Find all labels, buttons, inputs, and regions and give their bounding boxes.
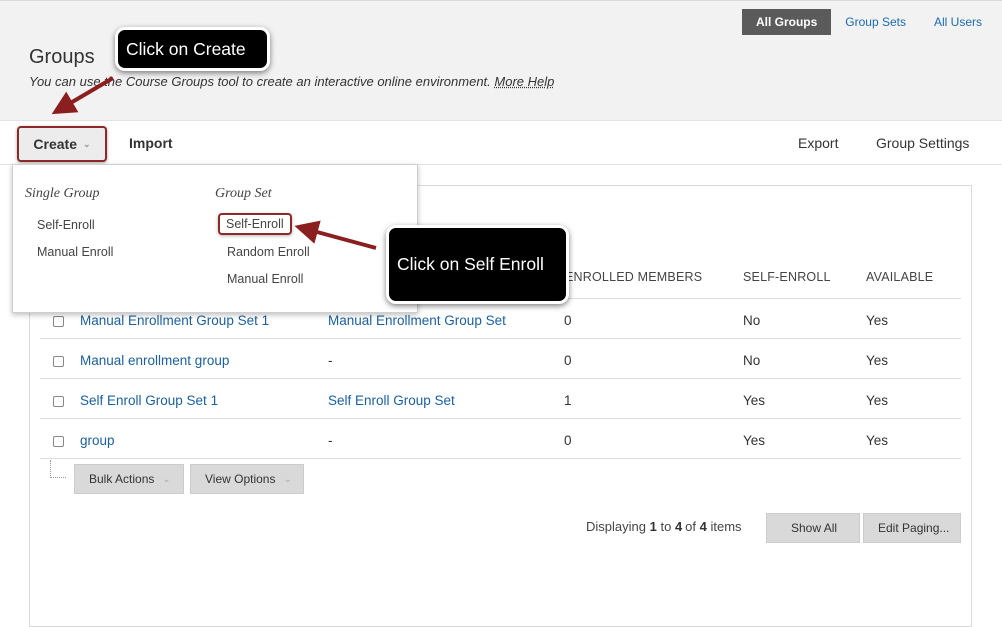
group-set-heading: Group Set	[215, 186, 272, 201]
callout-click-self-enroll: Click on Self Enroll	[386, 225, 569, 304]
table-row: group - 0 Yes Yes	[40, 420, 961, 460]
bulk-actions-button[interactable]: Bulk Actions ⌄	[74, 464, 184, 494]
paging-status: Displaying 1 to 4 of 4 items	[586, 519, 742, 534]
table-row: Self Enroll Group Set 1 Self Enroll Grou…	[40, 380, 961, 420]
group-name-link[interactable]: Manual enrollment group	[80, 353, 229, 368]
paging-of-word: of	[685, 519, 697, 534]
paging-total: 4	[699, 519, 707, 534]
more-help-link[interactable]: More Help	[494, 74, 554, 89]
view-tabs: All Groups Group Sets All Users	[741, 9, 996, 35]
col-header-enrolled-members[interactable]: ENROLLED MEMBERS	[565, 270, 702, 284]
col-header-available[interactable]: AVAILABLE	[866, 270, 933, 284]
callout-click-create: Click on Create	[115, 27, 270, 71]
menu-item-single-manual-enroll[interactable]: Manual Enroll	[37, 245, 113, 259]
create-button[interactable]: Create ⌄	[17, 126, 107, 162]
row-divider	[40, 458, 961, 459]
row-checkbox[interactable]	[53, 396, 64, 407]
edit-paging-button[interactable]: Edit Paging...	[863, 513, 961, 543]
group-name-link[interactable]: group	[80, 433, 115, 448]
available-value: Yes	[866, 353, 889, 368]
paging-to: 4	[674, 519, 683, 534]
group-settings-button[interactable]: Group Settings	[870, 132, 975, 154]
paging-to-word: to	[660, 519, 672, 534]
tab-all-groups[interactable]: All Groups	[741, 9, 832, 35]
row-checkbox[interactable]	[53, 316, 64, 327]
enrolled-members: 0	[564, 353, 572, 368]
self-enroll-value: Yes	[743, 393, 766, 408]
group-name-link[interactable]: Self Enroll Group Set 1	[80, 393, 218, 408]
col-header-self-enroll[interactable]: SELF-ENROLL	[743, 270, 831, 284]
menu-item-set-manual-enroll[interactable]: Manual Enroll	[227, 272, 303, 286]
tab-all-users[interactable]: All Users	[920, 9, 996, 35]
menu-item-single-self-enroll[interactable]: Self-Enroll	[37, 218, 95, 232]
create-dropdown-menu: Single Group Self-Enroll Manual Enroll G…	[12, 164, 418, 313]
bulk-connector	[50, 460, 66, 478]
available-value: Yes	[866, 313, 889, 328]
subtitle-text: You can use the Course Groups tool to cr…	[29, 74, 491, 89]
menu-item-set-self-enroll[interactable]: Self-Enroll	[218, 213, 292, 235]
self-enroll-value: No	[743, 353, 761, 368]
bulk-actions-label: Bulk Actions	[89, 472, 155, 486]
group-set-link[interactable]: Self Enroll Group Set	[328, 393, 455, 408]
row-checkbox[interactable]	[53, 436, 64, 447]
group-set-value: -	[328, 433, 333, 448]
self-enroll-value: Yes	[743, 433, 766, 448]
group-name-link[interactable]: Manual Enrollment Group Set 1	[80, 313, 269, 328]
group-set-value: -	[328, 353, 333, 368]
enrolled-members: 1	[564, 393, 572, 408]
double-chevron-down-icon: ⌄	[162, 473, 171, 485]
create-label: Create	[33, 136, 78, 152]
export-button[interactable]: Export	[792, 132, 844, 154]
available-value: Yes	[866, 433, 889, 448]
enrolled-members: 0	[564, 313, 572, 328]
available-value: Yes	[866, 393, 889, 408]
double-chevron-down-icon: ⌄	[283, 473, 292, 485]
menu-item-set-random-enroll[interactable]: Random Enroll	[227, 245, 310, 259]
import-button[interactable]: Import	[123, 132, 179, 154]
page-title: Groups	[29, 46, 95, 68]
group-set-link[interactable]: Manual Enrollment Group Set	[328, 313, 506, 328]
show-all-button[interactable]: Show All	[766, 513, 860, 543]
page-subtitle: You can use the Course Groups tool to cr…	[29, 74, 554, 89]
paging-suffix: items	[710, 519, 742, 534]
enrolled-members: 0	[564, 433, 572, 448]
view-options-label: View Options	[205, 472, 276, 486]
view-options-button[interactable]: View Options ⌄	[190, 464, 304, 494]
single-group-heading: Single Group	[25, 186, 100, 201]
row-divider	[40, 338, 961, 339]
tab-group-sets[interactable]: Group Sets	[831, 9, 920, 35]
paging-prefix: Displaying	[586, 519, 646, 534]
row-divider	[40, 418, 961, 419]
self-enroll-value: No	[743, 313, 761, 328]
row-divider	[40, 378, 961, 379]
action-bar: Create ⌄ Import Export Group Settings	[0, 120, 1002, 165]
paging-from: 1	[649, 519, 657, 534]
row-checkbox[interactable]	[53, 356, 64, 367]
table-row: Manual enrollment group - 0 No Yes	[40, 340, 961, 380]
chevron-down-icon: ⌄	[83, 138, 91, 149]
